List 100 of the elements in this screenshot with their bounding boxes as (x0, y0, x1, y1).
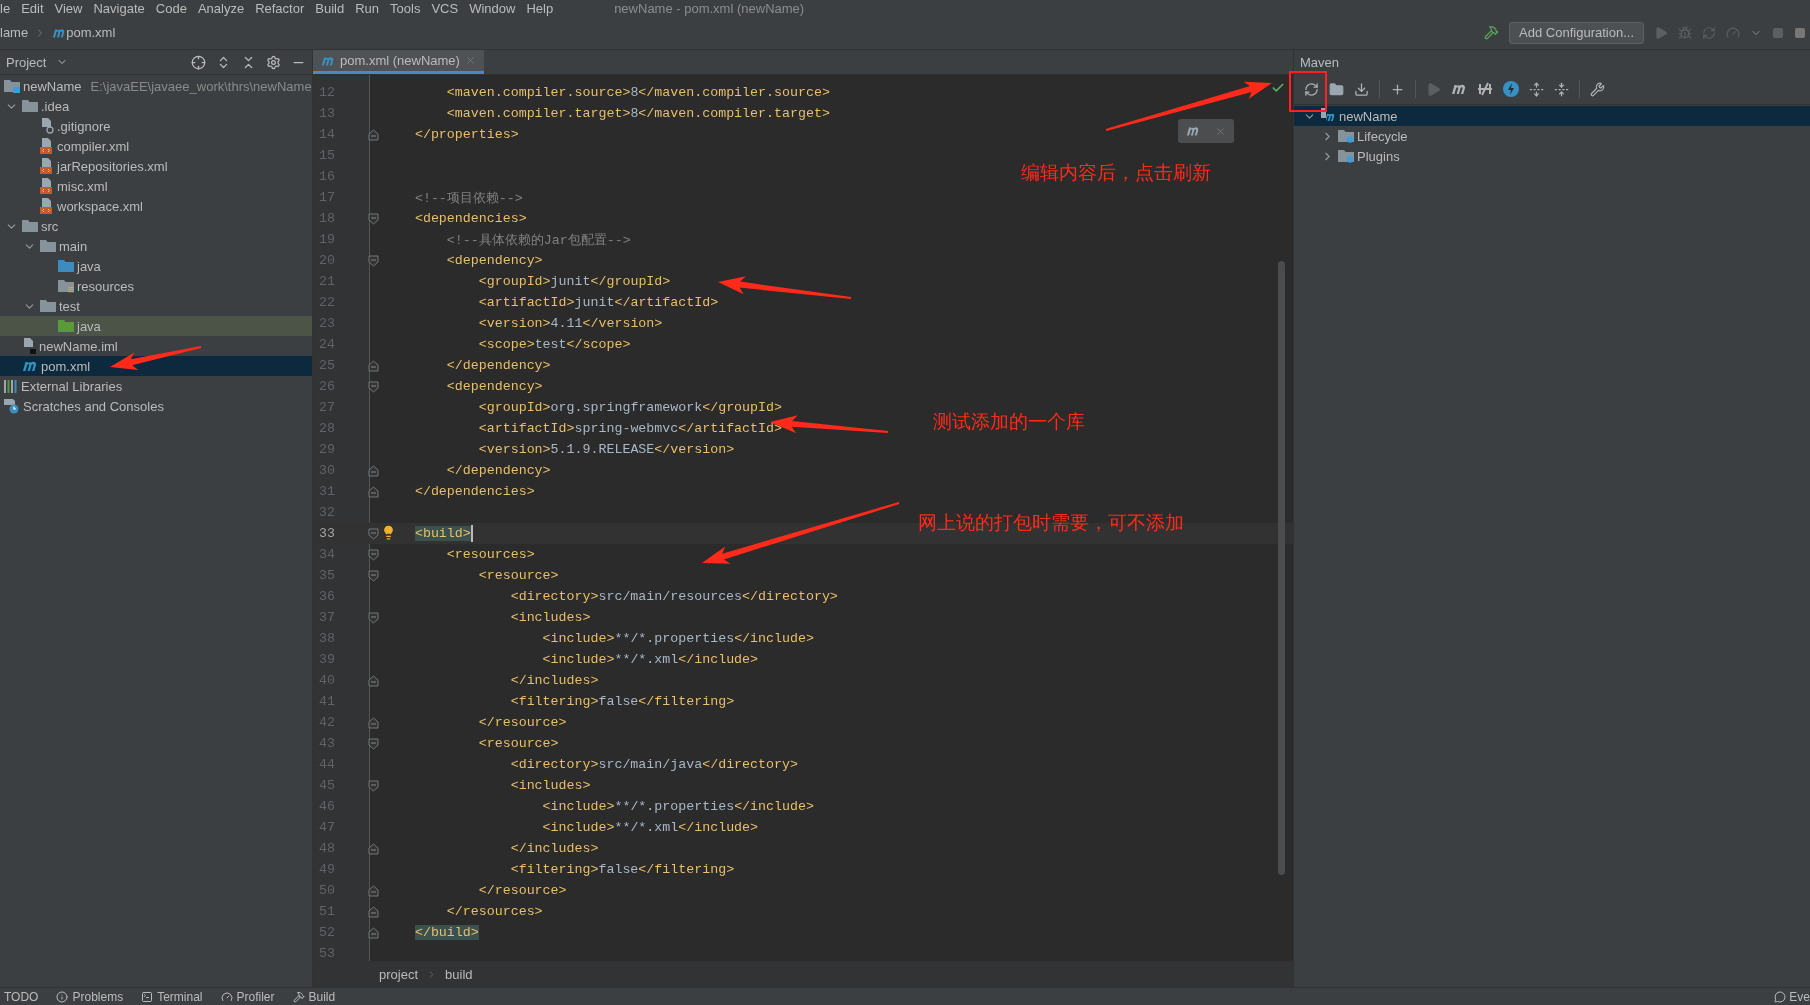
fold-marker-icon[interactable] (367, 380, 379, 393)
fold-marker-icon[interactable] (367, 779, 379, 792)
tree-item[interactable]: src (0, 216, 312, 236)
settings-icon[interactable] (266, 54, 281, 70)
run-icon[interactable] (1426, 81, 1441, 97)
menu-item[interactable]: le (0, 1, 11, 16)
add-icon[interactable] (1390, 81, 1405, 97)
hammer-icon[interactable] (1484, 25, 1500, 40)
fold-marker-icon[interactable] (367, 128, 379, 141)
fold-marker-icon[interactable] (367, 611, 379, 624)
tree-item[interactable]: External Libraries (0, 376, 312, 396)
menu-item[interactable]: Navigate (93, 1, 145, 16)
menu-item[interactable]: Refactor (255, 1, 305, 16)
tree-item[interactable]: workspace.xml (0, 196, 312, 216)
tree-item[interactable]: .idea (0, 96, 312, 116)
fold-marker-icon[interactable] (367, 905, 379, 918)
menu-item[interactable]: Tools (390, 1, 421, 16)
run-icon[interactable] (1654, 25, 1668, 40)
tool-window-button[interactable]: Build (292, 989, 336, 1004)
tool-window-button[interactable]: TODO (4, 989, 39, 1004)
collapse-all-icon[interactable] (1554, 81, 1569, 97)
fold-marker-icon[interactable] (367, 359, 379, 372)
expand-all-icon[interactable] (1529, 81, 1544, 97)
scratches-icon (4, 398, 20, 414)
breadcrumb[interactable]: project (379, 967, 419, 982)
menu-item[interactable]: VCS (431, 1, 459, 16)
fold-marker-icon[interactable] (367, 716, 379, 729)
tree-item[interactable]: Plugins (1294, 146, 1810, 166)
tree-item[interactable]: newName (1294, 106, 1810, 126)
panel-title[interactable]: Project (6, 54, 47, 70)
info-icon[interactable] (56, 990, 69, 1003)
debug-icon[interactable] (1678, 25, 1692, 40)
fold-marker-icon[interactable] (367, 569, 379, 582)
tree-item[interactable]: main (0, 236, 312, 256)
tree-item[interactable]: Scratches and Consoles (0, 396, 312, 416)
locate-icon[interactable] (191, 54, 206, 70)
terminal-icon[interactable] (141, 990, 154, 1003)
breadcrumb[interactable]: build (445, 967, 473, 982)
reload-icon[interactable] (1304, 81, 1319, 97)
code-line: <include>**/*.properties</include> (542, 799, 814, 814)
code-line: <artifactId>spring-webmvc</artifactId> (478, 421, 782, 436)
code-line: </resources> (446, 904, 543, 919)
tool-window-button[interactable]: Problems (56, 989, 124, 1004)
tree-item[interactable]: newName E:\javaEE\javaee_work\thrs\newName (0, 76, 312, 96)
download-icon[interactable] (1354, 81, 1369, 97)
fold-marker-icon[interactable] (367, 737, 379, 750)
lightning-icon[interactable] (1503, 81, 1519, 97)
reload-popup[interactable] (1178, 119, 1234, 143)
fold-marker-icon[interactable] (367, 527, 379, 540)
tool-window-button[interactable]: Profiler (220, 989, 275, 1004)
menu-item[interactable]: Build (315, 1, 345, 16)
fold-marker-icon[interactable] (367, 548, 379, 561)
tool-window-button[interactable]: Terminal (141, 989, 203, 1004)
fold-marker-icon[interactable] (367, 842, 379, 855)
menu-item[interactable]: Edit (21, 1, 44, 16)
close-icon[interactable] (464, 55, 476, 66)
hammer-icon[interactable] (292, 990, 305, 1003)
skip-tests-icon[interactable] (1477, 81, 1493, 97)
tree-item[interactable]: java (0, 316, 312, 336)
code-line: <include>**/*.xml</include> (542, 652, 759, 667)
menu-item[interactable]: Window (469, 1, 516, 16)
fold-marker-icon[interactable] (367, 212, 379, 225)
fold-marker-icon[interactable] (367, 884, 379, 897)
lightbulb-icon[interactable] (381, 525, 396, 540)
tree-item[interactable]: compiler.xml (0, 136, 312, 156)
scrollbar-thumb[interactable] (1278, 261, 1285, 875)
profile-icon[interactable] (1726, 25, 1740, 40)
tool-window-button[interactable]: Eve (1774, 989, 1810, 1004)
tree-item[interactable]: java (0, 256, 312, 276)
tree-item[interactable]: jarRepositories.xml (0, 156, 312, 176)
check-icon[interactable] (1271, 81, 1285, 95)
close-icon[interactable] (1215, 125, 1227, 137)
fold-marker-icon[interactable] (367, 464, 379, 477)
menu-item[interactable]: Code (155, 1, 187, 16)
menu-item[interactable]: Analyze (197, 1, 245, 16)
gauge-icon[interactable] (220, 990, 233, 1003)
wrench-icon[interactable] (1590, 81, 1605, 97)
breadcrumb[interactable]: lame (0, 25, 29, 40)
tree-item[interactable]: misc.xml (0, 176, 312, 196)
tree-item[interactable]: resources (0, 276, 312, 296)
tree-item[interactable]: pom.xml (0, 356, 312, 376)
folder-icon (22, 219, 38, 233)
tree-item[interactable]: Lifecycle (1294, 126, 1810, 146)
fold-marker-icon[interactable] (367, 254, 379, 267)
folder-icon[interactable] (1329, 81, 1344, 97)
event-log-icon[interactable] (1774, 990, 1787, 1003)
menu-item[interactable]: Help (526, 1, 554, 16)
fold-marker-icon[interactable] (367, 926, 379, 939)
add-configuration-button[interactable]: Add Configuration... (1509, 21, 1644, 44)
menu-item[interactable]: Run (355, 1, 380, 16)
fold-marker-icon[interactable] (367, 485, 379, 498)
fold-marker-icon[interactable] (367, 674, 379, 687)
window-title: newName - pom.xml (newName) (614, 1, 805, 16)
stop-icon[interactable] (1772, 26, 1784, 39)
tree-item[interactable]: newName.iml (0, 336, 312, 356)
tree-item[interactable]: test (0, 296, 312, 316)
tree-item[interactable]: .gitignore (0, 116, 312, 136)
menu-item[interactable]: View (54, 1, 83, 16)
editor-tab[interactable]: pom.xml (newName) (313, 50, 484, 74)
breadcrumb[interactable]: pom.xml (66, 25, 116, 40)
